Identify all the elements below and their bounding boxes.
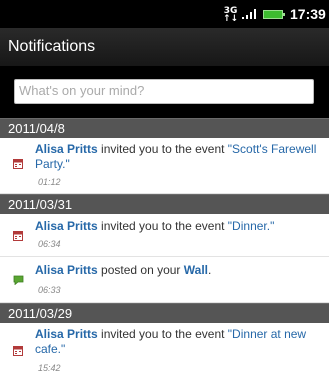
status-clock: 17:39: [290, 6, 326, 22]
notification-action-text: invited you to the event: [97, 219, 228, 233]
event-link[interactable]: "Dinner.": [228, 219, 275, 233]
title-bar: Notifications: [0, 28, 329, 66]
composer-bar: What's on your mind?: [0, 66, 329, 118]
notification-time: 01:12: [38, 177, 61, 187]
page-title: Notifications: [8, 38, 96, 55]
notification-suffix: .: [208, 263, 212, 277]
data-activity-arrows: ↑↓: [223, 14, 239, 24]
status-update-input[interactable]: What's on your mind?: [14, 79, 314, 104]
notification-action-text: invited you to the event: [97, 327, 228, 341]
actor-name-link[interactable]: Alisa Pritts: [35, 219, 98, 233]
wall-link[interactable]: Wall: [184, 263, 208, 277]
section-date-header: 2011/03/31: [0, 194, 329, 214]
notification-text: Alisa Pritts posted on your Wall.: [35, 263, 325, 278]
notification-text: Alisa Pritts invited you to the event "D…: [35, 327, 325, 357]
actor-name-link[interactable]: Alisa Pritts: [35, 327, 98, 341]
notification-text: Alisa Pritts invited you to the event "S…: [35, 142, 325, 172]
network-indicator: 3G ↑↓: [223, 7, 239, 24]
notification-item[interactable]: Alisa Pritts invited you to the event "D…: [0, 214, 329, 257]
calendar-icon: [13, 231, 23, 241]
section-date-header: 2011/04/8: [0, 118, 329, 138]
wall-post-icon: [13, 275, 24, 285]
actor-name-link[interactable]: Alisa Pritts: [35, 263, 98, 277]
notification-item[interactable]: Alisa Pritts invited you to the event "S…: [0, 138, 329, 194]
calendar-icon: [13, 159, 23, 169]
battery-icon: [263, 10, 285, 19]
notification-action-text: invited you to the event: [97, 142, 228, 156]
notification-item[interactable]: Alisa Pritts invited you to the event "D…: [0, 323, 329, 377]
notification-time: 06:34: [38, 239, 61, 249]
notification-action-text: posted on your: [97, 263, 184, 277]
section-date-header: 2011/03/29: [0, 303, 329, 323]
notification-time: 15:42: [38, 363, 61, 373]
notification-time: 06:33: [38, 285, 61, 295]
status-bar: 3G ↑↓ 17:39: [0, 0, 329, 28]
calendar-icon: [13, 346, 23, 356]
notification-item[interactable]: Alisa Pritts posted on your Wall. 06:33: [0, 257, 329, 303]
actor-name-link[interactable]: Alisa Pritts: [35, 142, 98, 156]
signal-strength-icon: [242, 9, 256, 19]
notification-text: Alisa Pritts invited you to the event "D…: [35, 219, 325, 234]
